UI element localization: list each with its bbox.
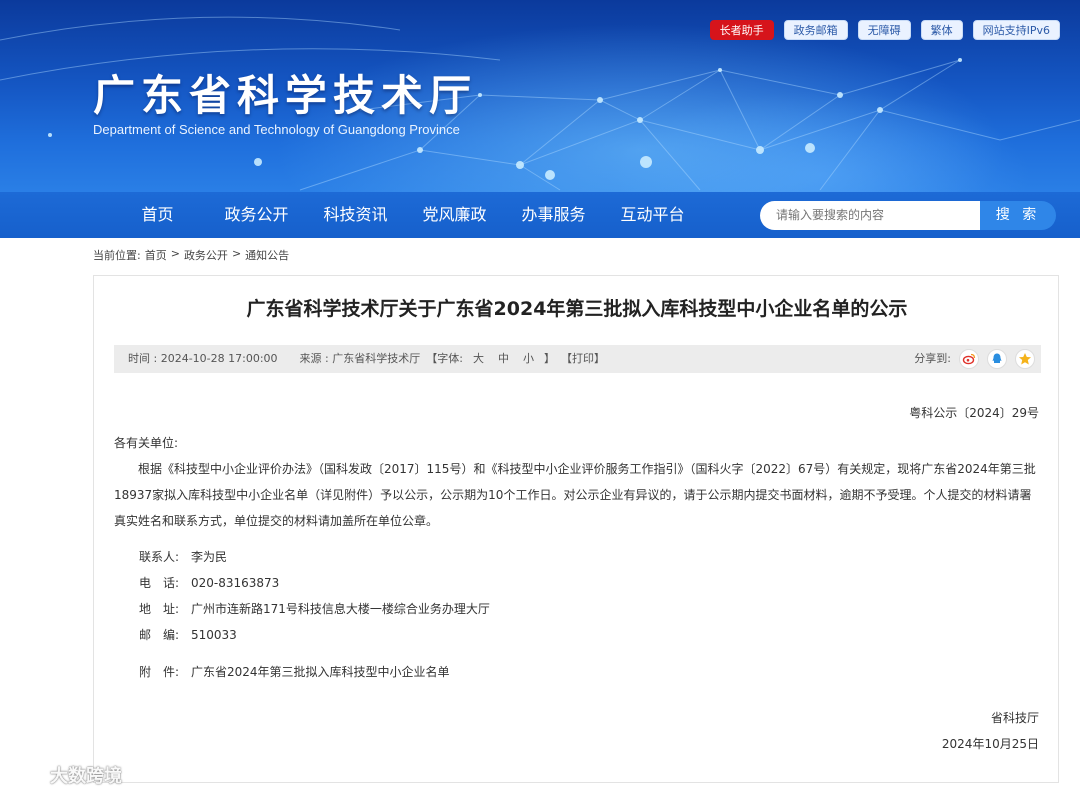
contact-row-address: 地 址: 广州市连新路171号科技信息大楼一楼综合业务办理大厅 [139,602,490,616]
gov-mailbox-button[interactable]: 政务邮箱 [783,20,848,40]
contact-info: 联系人: 李为民 电 话: 020-83163873 地 址: 广州市连新路171号科… [139,544,490,648]
article-title: 广东省科学技术厅关于广东省2024年第三批拟入库科技型中小企业名单的公示 [246,298,908,320]
font-size-small-button[interactable]: 小 [519,345,538,373]
publish-time: 时间 : 2024-10-28 17:00:00 [128,352,278,365]
top-utility-buttons: 长者助手 政务邮箱 无障碍 繁体 网站支持IPv6 [709,20,1060,40]
print-button[interactable]: 【打印】 [561,345,605,373]
nav-item-gov-affairs[interactable]: 政务公开 [207,192,306,238]
attachment-link[interactable]: 广东省2024年第三批拟入库科技型中小企业名单 [191,663,450,680]
traditional-chinese-button[interactable]: 繁体 [920,20,963,40]
breadcrumb-home[interactable]: 首页 [145,247,167,263]
watermark-logo-icon [9,765,44,784]
search-input[interactable] [760,201,980,230]
site-title[interactable]: 广东省科学技术厅 [93,62,477,123]
article-meta-bar: 时间 : 2024-10-28 17:00:00 来源 : 广东省科学技术厅 【… [114,345,1041,373]
body-paragraph: 根据《科技型中小企业评价办法》（国科发政〔2017〕115号）和《科技型中小企业… [114,462,1036,528]
font-size-large-button[interactable]: 大 [469,345,488,373]
nav-item-services[interactable]: 办事服务 [504,192,603,238]
signature-date: 2024年10月25日 [941,737,1039,751]
breadcrumb-separator: > [170,247,180,260]
accessibility-button[interactable]: 无障碍 [857,20,911,40]
breadcrumb-notices[interactable]: 通知公告 [245,247,289,263]
font-size-close: 】 [543,352,555,365]
attachment-label: 附 件: [139,665,180,679]
signature: 省科技厅 [990,711,1039,725]
nav-item-home[interactable]: 首页 [108,192,207,238]
header-banner: 长者助手 政务邮箱 无障碍 繁体 网站支持IPv6 广东省科学技术厅 Depar… [0,0,1080,192]
weibo-share-icon[interactable] [959,349,979,369]
nav-item-interaction[interactable]: 互动平台 [603,192,702,238]
document-number: 粤科公示〔2024〕29号 [909,406,1039,420]
nav-item-sci-news[interactable]: 科技资讯 [306,192,405,238]
site-subtitle: Department of Science and Technology of … [93,122,460,137]
main-nav: 首页 政务公开 科技资讯 党风廉政 办事服务 互动平台 搜 索 [0,192,1080,238]
attachment-row: 附 件: 广东省2024年第三批拟入库科技型中小企业名单 [139,663,450,680]
nav-item-integrity[interactable]: 党风廉政 [405,192,504,238]
watermark-text: 大数跨境 [50,766,122,787]
salutation: 各有关单位: [114,436,179,450]
article-panel: 广东省科学技术厅关于广东省2024年第三批拟入库科技型中小企业名单的公示 时间 … [93,275,1059,783]
article-body: 各有关单位: 根据《科技型中小企业评价办法》（国科发政〔2017〕115号）和《… [114,430,1040,534]
share-area: 分享到: [914,345,1035,373]
breadcrumb-prefix: 当前位置: [93,249,141,262]
breadcrumb-separator: > [231,247,242,260]
breadcrumb: 当前位置: 首页 > 政务公开 > 通知公告 [93,247,289,263]
article-source: 来源 : 广东省科学技术厅 [299,352,421,365]
share-label: 分享到: [914,352,951,365]
breadcrumb-gov-affairs[interactable]: 政务公开 [184,247,228,263]
watermark: 大数跨境 [8,762,122,788]
qzone-share-icon[interactable] [1015,349,1035,369]
contact-row-postcode: 邮 编: 510033 [139,628,237,642]
contact-row-phone: 电 话: 020-83163873 [139,576,280,590]
ipv6-support-button[interactable]: 网站支持IPv6 [972,20,1060,40]
elder-assistant-button[interactable]: 长者助手 [709,20,774,40]
qq-share-icon[interactable] [987,349,1007,369]
contact-row-person: 联系人: 李为民 [139,550,228,564]
font-size-label: 【字体: [426,352,463,365]
font-size-medium-button[interactable]: 中 [494,345,513,373]
search-button[interactable]: 搜 索 [980,201,1056,230]
